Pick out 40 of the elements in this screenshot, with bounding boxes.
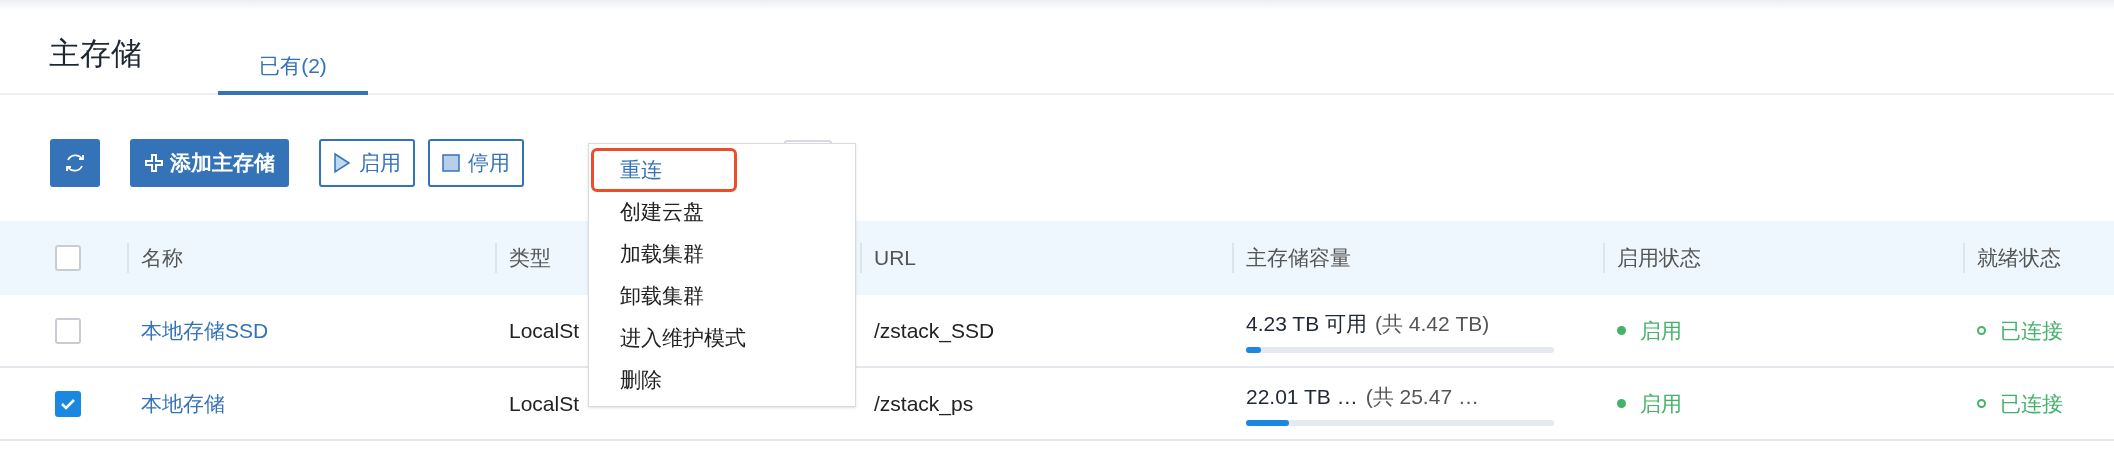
refresh-icon bbox=[63, 151, 87, 175]
page-title: 主存储 bbox=[49, 34, 142, 73]
checkmark-icon bbox=[60, 397, 76, 410]
menu-item[interactable]: 删除 bbox=[591, 360, 662, 400]
status-text: 启用 bbox=[1640, 390, 1682, 417]
column-header: 名称 bbox=[141, 245, 183, 272]
menu-item[interactable]: 进入维护模式 bbox=[591, 318, 746, 358]
column-header: 就绪状态 bbox=[1977, 245, 2061, 272]
storage-name-link[interactable]: 本地存储 bbox=[141, 391, 225, 415]
total-capacity: (共 4.42 TB) bbox=[1375, 310, 1490, 337]
column-header: 类型 bbox=[509, 245, 551, 272]
enable-button[interactable]: 启用 bbox=[319, 139, 415, 187]
checkbox[interactable] bbox=[55, 245, 81, 271]
checkbox[interactable] bbox=[55, 390, 81, 417]
total-capacity: (共 25.47 … bbox=[1365, 383, 1479, 410]
play-icon bbox=[333, 152, 351, 174]
column-header: 启用状态 bbox=[1617, 245, 1701, 272]
table-cell: LocalSt bbox=[509, 318, 580, 342]
stop-icon bbox=[442, 154, 460, 172]
checkbox[interactable] bbox=[55, 317, 81, 344]
refresh-button[interactable] bbox=[50, 139, 100, 187]
status-text: 已连接 bbox=[2000, 317, 2063, 344]
table-cell: /zstack_SSD bbox=[874, 318, 995, 342]
plus-icon bbox=[144, 153, 164, 173]
status-text: 启用 bbox=[1640, 317, 1682, 344]
status-text: 已连接 bbox=[2000, 390, 2063, 417]
table-cell: /zstack_ps bbox=[874, 391, 974, 415]
add-storage-button[interactable]: 添加主存储 bbox=[130, 139, 289, 187]
menu-item[interactable]: 加载集群 bbox=[591, 234, 704, 274]
available-capacity: 22.01 TB … bbox=[1246, 383, 1358, 410]
column-header: 主存储容量 bbox=[1246, 245, 1351, 272]
available-capacity: 4.23 TB 可用 bbox=[1246, 310, 1367, 337]
column-header: URL bbox=[874, 245, 916, 272]
table-cell: LocalSt bbox=[509, 391, 580, 415]
menu-item[interactable]: 重连 bbox=[591, 148, 737, 192]
menu-item[interactable]: 卸载集群 bbox=[591, 276, 704, 316]
disable-button[interactable]: 停用 bbox=[428, 139, 524, 187]
tab[interactable]: 已有(2) bbox=[218, 41, 368, 95]
storage-name-link[interactable]: 本地存储SSD bbox=[141, 318, 269, 342]
menu-item[interactable]: 创建云盘 bbox=[591, 192, 704, 232]
